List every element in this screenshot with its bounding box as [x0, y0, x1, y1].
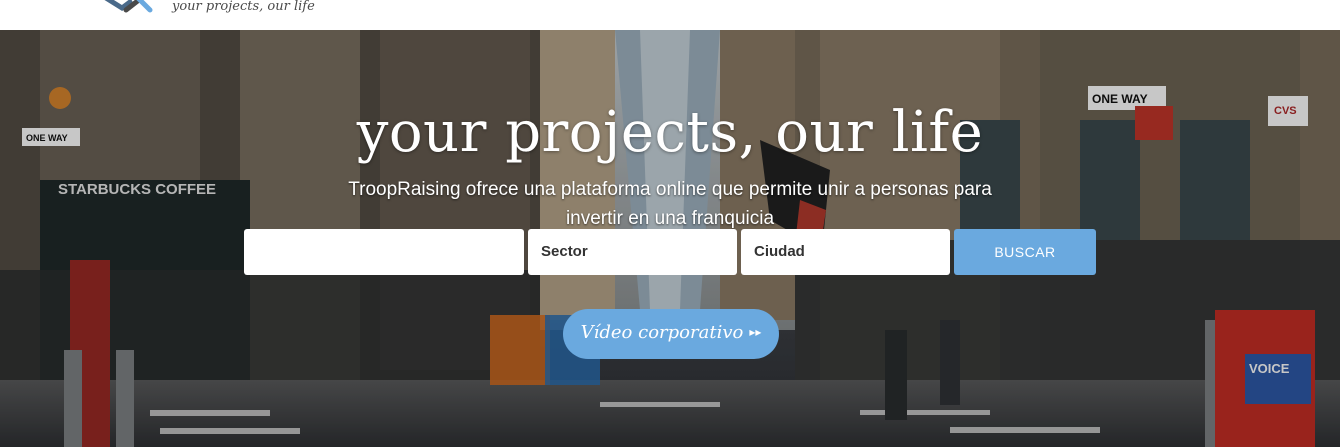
city-select[interactable]: Ciudad: [741, 229, 950, 275]
hero-headline: your projects, our life: [356, 100, 984, 165]
sector-select[interactable]: Sector: [528, 229, 737, 275]
corporate-video-button[interactable]: Vídeo corporativo ▸▸: [563, 309, 779, 359]
search-button[interactable]: BUSCAR: [954, 229, 1096, 275]
top-header: your projects, our life: [0, 0, 1340, 30]
fast-forward-icon: ▸▸: [749, 325, 762, 339]
hero-description: TroopRaising ofrece una plataforma onlin…: [348, 179, 992, 229]
logo-tagline: your projects, our life: [172, 0, 315, 14]
keyword-input[interactable]: [244, 229, 524, 275]
logo-icon[interactable]: [104, 0, 154, 18]
video-button-label: Vídeo corporativo: [580, 322, 744, 343]
